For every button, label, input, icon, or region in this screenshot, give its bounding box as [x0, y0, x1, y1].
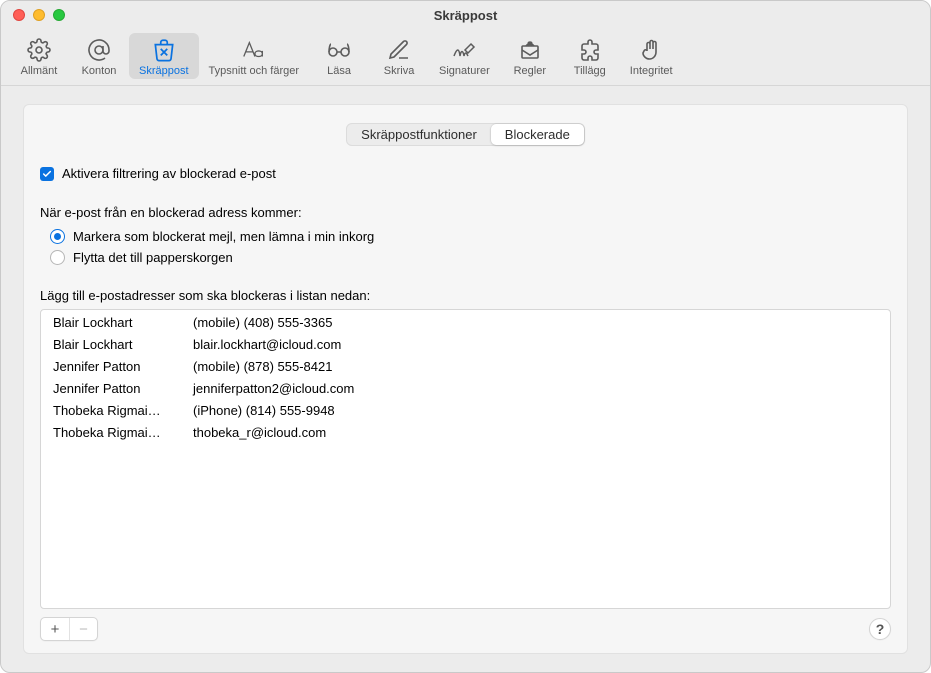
window-controls [13, 9, 65, 21]
list-item-value: blair.lockhart@icloud.com [193, 335, 878, 355]
when-blocked-label: När e-post från en blockerad adress komm… [40, 205, 891, 226]
signature-icon [451, 37, 477, 63]
toolbar: Allmänt Konton Skräppost Typsnitt och fä… [1, 29, 930, 86]
toolbar-item-extensions[interactable]: Tillägg [560, 33, 620, 79]
junk-icon [151, 37, 177, 63]
list-item-name: Thobeka Rigmai… [53, 423, 193, 443]
radio-mark-label: Markera som blockerat mejl, men lämna i … [73, 229, 374, 244]
close-icon[interactable] [13, 9, 25, 21]
toolbar-item-rules[interactable]: Regler [500, 33, 560, 79]
rules-icon [518, 37, 542, 63]
list-item-value: (mobile) (408) 555-3365 [193, 313, 878, 333]
panel-footer: + − ? [40, 609, 891, 641]
toolbar-label: Skriva [384, 65, 415, 77]
toolbar-item-junk[interactable]: Skräppost [129, 33, 199, 79]
toolbar-label: Integritet [630, 65, 673, 77]
enable-filter-label: Aktivera filtrering av blockerad e-post [62, 166, 276, 181]
list-item-value: jenniferpatton2@icloud.com [193, 379, 878, 399]
enable-filter-row[interactable]: Aktivera filtrering av blockerad e-post [40, 164, 891, 183]
list-item[interactable]: Jennifer Patton(mobile) (878) 555-8421 [41, 356, 890, 378]
list-item-value: thobeka_r@icloud.com [193, 423, 878, 443]
preferences-window: Skräppost Allmänt Konton Skräppost Typ [0, 0, 931, 673]
tab-blocked[interactable]: Blockerade [491, 124, 584, 145]
sub-tabs: Skräppostfunktioner Blockerade [40, 121, 891, 164]
list-item-name: Jennifer Patton [53, 357, 193, 377]
checkbox-icon[interactable] [40, 167, 54, 181]
add-remove-control: + − [40, 617, 98, 641]
list-item[interactable]: Jennifer Pattonjenniferpatton2@icloud.co… [41, 378, 890, 400]
help-button[interactable]: ? [869, 618, 891, 640]
toolbar-item-fonts[interactable]: Typsnitt och färger [199, 33, 310, 79]
toolbar-item-general[interactable]: Allmänt [9, 33, 69, 79]
glasses-icon [325, 37, 353, 63]
titlebar: Skräppost [1, 1, 930, 29]
toolbar-label: Läsa [327, 65, 351, 77]
radio-icon[interactable] [50, 229, 65, 244]
fonts-icon [241, 37, 267, 63]
puzzle-icon [578, 37, 602, 63]
gear-icon [27, 37, 51, 63]
toolbar-label: Signaturer [439, 65, 490, 77]
list-item[interactable]: Blair Lockhartblair.lockhart@icloud.com [41, 334, 890, 356]
content-area: Skräppostfunktioner Blockerade Aktivera … [1, 86, 930, 672]
list-item[interactable]: Thobeka Rigmai…(iPhone) (814) 555-9948 [41, 400, 890, 422]
list-instruction-label: Lägg till e-postadresser som ska blocker… [40, 268, 891, 309]
blocked-list[interactable]: Blair Lockhart(mobile) (408) 555-3365Bla… [40, 309, 891, 609]
radio-trash-row[interactable]: Flytta det till papperskorgen [40, 247, 891, 268]
list-item-value: (mobile) (878) 555-8421 [193, 357, 878, 377]
toolbar-label: Regler [514, 65, 546, 77]
toolbar-label: Typsnitt och färger [209, 65, 300, 77]
toolbar-item-compose[interactable]: Skriva [369, 33, 429, 79]
toolbar-item-signatures[interactable]: Signaturer [429, 33, 500, 79]
remove-button[interactable]: − [69, 618, 97, 640]
list-item-name: Jennifer Patton [53, 379, 193, 399]
zoom-icon[interactable] [53, 9, 65, 21]
list-item-name: Thobeka Rigmai… [53, 401, 193, 421]
toolbar-label: Tillägg [574, 65, 606, 77]
hand-icon [639, 37, 663, 63]
compose-icon [387, 37, 411, 63]
radio-icon[interactable] [50, 250, 65, 265]
add-button[interactable]: + [41, 618, 69, 640]
radio-mark-row[interactable]: Markera som blockerat mejl, men lämna i … [40, 226, 891, 247]
list-item[interactable]: Blair Lockhart(mobile) (408) 555-3365 [41, 312, 890, 334]
blocked-panel: Skräppostfunktioner Blockerade Aktivera … [23, 104, 908, 654]
radio-trash-label: Flytta det till papperskorgen [73, 250, 233, 265]
at-icon [87, 37, 111, 63]
window-title: Skräppost [1, 8, 930, 23]
list-item[interactable]: Thobeka Rigmai…thobeka_r@icloud.com [41, 422, 890, 444]
toolbar-item-accounts[interactable]: Konton [69, 33, 129, 79]
toolbar-item-reading[interactable]: Läsa [309, 33, 369, 79]
tab-junk-features[interactable]: Skräppostfunktioner [347, 124, 491, 145]
list-item-name: Blair Lockhart [53, 313, 193, 333]
list-item-name: Blair Lockhart [53, 335, 193, 355]
minimize-icon[interactable] [33, 9, 45, 21]
toolbar-label: Allmänt [21, 65, 58, 77]
toolbar-label: Konton [82, 65, 117, 77]
toolbar-label: Skräppost [139, 65, 189, 77]
toolbar-item-privacy[interactable]: Integritet [620, 33, 683, 79]
list-item-value: (iPhone) (814) 555-9948 [193, 401, 878, 421]
